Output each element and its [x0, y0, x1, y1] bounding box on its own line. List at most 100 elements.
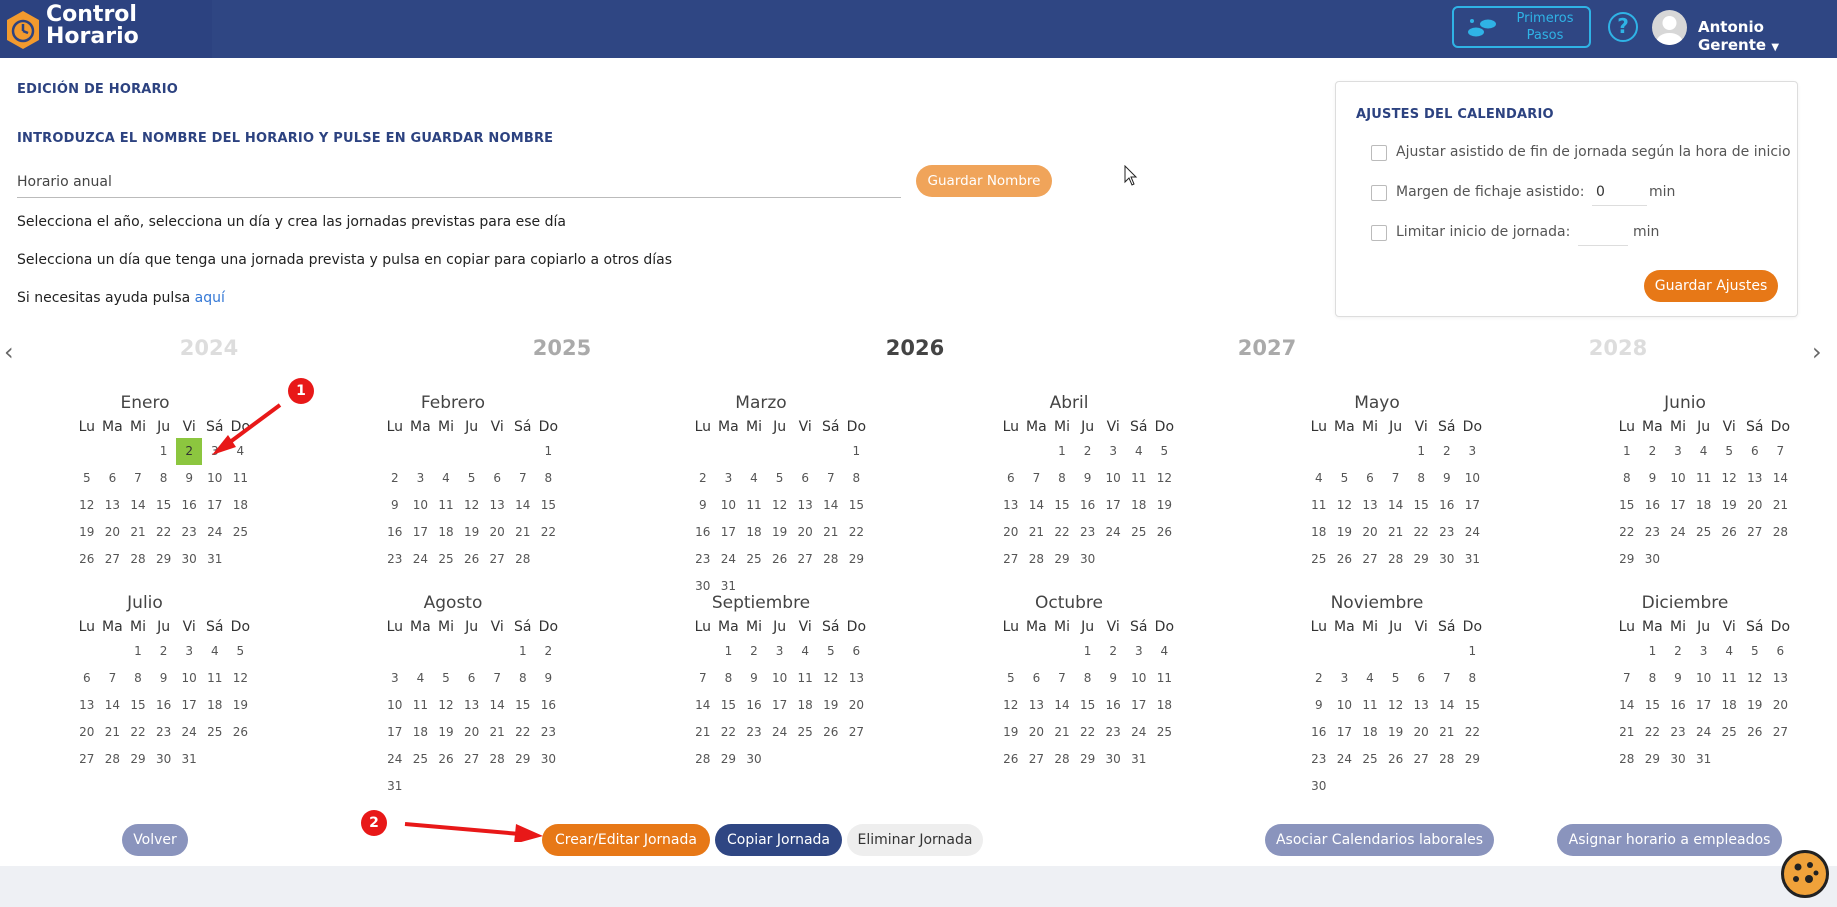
- delete-shift-button[interactable]: Eliminar Jornada: [847, 824, 983, 856]
- day-cell[interactable]: 27: [792, 546, 818, 573]
- day-cell[interactable]: 4: [1152, 638, 1178, 665]
- day-cell[interactable]: 30: [1434, 546, 1460, 573]
- day-cell[interactable]: 2: [1075, 438, 1101, 465]
- day-cell[interactable]: 8: [1408, 465, 1434, 492]
- day-cell[interactable]: 10: [1665, 465, 1691, 492]
- day-cell[interactable]: 3: [1126, 638, 1152, 665]
- day-cell[interactable]: 27: [484, 546, 510, 573]
- day-cell[interactable]: 3: [1665, 438, 1691, 465]
- day-cell[interactable]: 28: [1434, 746, 1460, 773]
- day-cell[interactable]: 3: [1691, 638, 1717, 665]
- day-cell[interactable]: 14: [510, 492, 536, 519]
- day-cell[interactable]: 31: [1460, 546, 1486, 573]
- day-cell[interactable]: 30: [1075, 546, 1101, 573]
- day-cell[interactable]: 17: [1691, 692, 1717, 719]
- day-cell[interactable]: 4: [202, 638, 228, 665]
- day-cell[interactable]: 31: [202, 546, 228, 573]
- day-cell[interactable]: 14: [1024, 492, 1050, 519]
- day-cell[interactable]: 19: [998, 719, 1024, 746]
- day-cell[interactable]: 23: [382, 546, 408, 573]
- day-cell[interactable]: 6: [484, 465, 510, 492]
- day-cell[interactable]: 20: [1357, 519, 1383, 546]
- day-cell[interactable]: 17: [382, 719, 408, 746]
- day-cell[interactable]: 10: [1460, 465, 1486, 492]
- day-cell[interactable]: 20: [844, 692, 870, 719]
- day-cell[interactable]: 13: [484, 492, 510, 519]
- day-cell[interactable]: 25: [202, 719, 228, 746]
- day-cell[interactable]: 17: [1665, 492, 1691, 519]
- day-cell[interactable]: 16: [1100, 692, 1126, 719]
- day-cell[interactable]: 6: [844, 638, 870, 665]
- day-cell[interactable]: 14: [1434, 692, 1460, 719]
- day-cell[interactable]: 26: [818, 719, 844, 746]
- day-cell[interactable]: 22: [536, 519, 562, 546]
- day-cell[interactable]: 28: [125, 546, 151, 573]
- year-option[interactable]: 2027: [1217, 336, 1317, 360]
- day-cell[interactable]: 6: [459, 665, 485, 692]
- day-cell[interactable]: 23: [151, 719, 177, 746]
- day-cell[interactable]: 1: [510, 638, 536, 665]
- day-cell[interactable]: 1: [1075, 638, 1101, 665]
- day-cell[interactable]: 9: [176, 465, 202, 492]
- day-cell[interactable]: 29: [1075, 746, 1101, 773]
- day-cell[interactable]: 25: [792, 719, 818, 746]
- day-cell[interactable]: 5: [74, 465, 100, 492]
- day-cell[interactable]: 4: [1691, 438, 1717, 465]
- day-cell[interactable]: 18: [228, 492, 254, 519]
- day-cell[interactable]: 19: [818, 692, 844, 719]
- day-cell[interactable]: 23: [536, 719, 562, 746]
- day-cell[interactable]: 8: [1075, 665, 1101, 692]
- day-cell[interactable]: 29: [510, 746, 536, 773]
- day-cell[interactable]: 28: [690, 746, 716, 773]
- day-cell[interactable]: 14: [1383, 492, 1409, 519]
- day-cell[interactable]: 18: [741, 519, 767, 546]
- day-cell[interactable]: 22: [1075, 719, 1101, 746]
- margin-checkbox[interactable]: [1371, 185, 1387, 201]
- day-cell[interactable]: 20: [1768, 692, 1794, 719]
- day-cell[interactable]: 2: [1640, 438, 1666, 465]
- day-cell[interactable]: 4: [1306, 465, 1332, 492]
- day-cell[interactable]: 8: [716, 665, 742, 692]
- day-cell[interactable]: 15: [536, 492, 562, 519]
- day-cell[interactable]: 31: [1126, 746, 1152, 773]
- day-cell[interactable]: 15: [844, 492, 870, 519]
- day-cell[interactable]: 6: [1024, 665, 1050, 692]
- day-cell[interactable]: 25: [1152, 719, 1178, 746]
- day-cell[interactable]: 17: [202, 492, 228, 519]
- day-cell[interactable]: 22: [716, 719, 742, 746]
- day-cell[interactable]: 12: [433, 692, 459, 719]
- day-cell[interactable]: 2: [690, 465, 716, 492]
- day-cell[interactable]: 25: [408, 746, 434, 773]
- day-cell[interactable]: 21: [1434, 719, 1460, 746]
- day-cell[interactable]: 22: [844, 519, 870, 546]
- day-cell[interactable]: 21: [125, 519, 151, 546]
- day-cell[interactable]: 18: [202, 692, 228, 719]
- day-cell[interactable]: 24: [1100, 519, 1126, 546]
- day-cell[interactable]: 27: [1742, 519, 1768, 546]
- day-cell[interactable]: 30: [536, 746, 562, 773]
- day-cell[interactable]: 3: [382, 665, 408, 692]
- day-cell[interactable]: 26: [433, 746, 459, 773]
- day-cell[interactable]: 14: [125, 492, 151, 519]
- day-cell[interactable]: 27: [100, 546, 126, 573]
- day-cell[interactable]: 22: [1460, 719, 1486, 746]
- help-icon[interactable]: ?: [1608, 12, 1638, 42]
- day-cell[interactable]: 11: [1152, 665, 1178, 692]
- day-cell[interactable]: 16: [1434, 492, 1460, 519]
- app-logo[interactable]: Control Horario: [0, 0, 212, 58]
- back-button[interactable]: Volver: [122, 824, 188, 856]
- day-cell[interactable]: 15: [1460, 692, 1486, 719]
- schedule-name-input[interactable]: [17, 166, 901, 198]
- day-cell[interactable]: 11: [1357, 692, 1383, 719]
- day-cell[interactable]: 9: [690, 492, 716, 519]
- day-cell[interactable]: 20: [1024, 719, 1050, 746]
- day-cell[interactable]: 1: [125, 638, 151, 665]
- day-cell[interactable]: 7: [1614, 665, 1640, 692]
- day-cell[interactable]: 7: [484, 665, 510, 692]
- day-cell[interactable]: 31: [1691, 746, 1717, 773]
- day-cell[interactable]: 13: [844, 665, 870, 692]
- day-cell[interactable]: 20: [484, 519, 510, 546]
- day-cell[interactable]: 30: [1640, 546, 1666, 573]
- day-cell[interactable]: 19: [433, 719, 459, 746]
- day-cell[interactable]: 20: [1742, 492, 1768, 519]
